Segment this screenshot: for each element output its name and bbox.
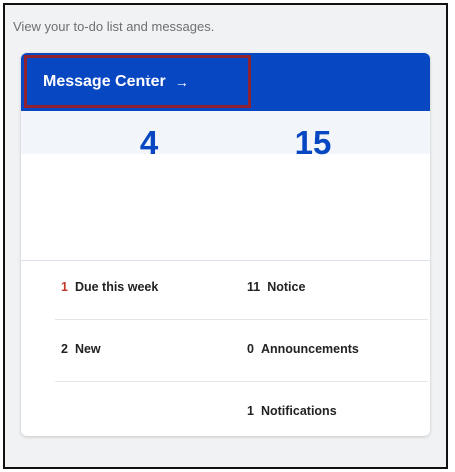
- message-center-link[interactable]: Message Center →: [24, 55, 251, 108]
- todo-item-new[interactable]: 2 New: [61, 342, 101, 356]
- todo-count[interactable]: 4: [89, 124, 209, 162]
- message-center-card: Message Center → To Do's Unread 4 15 1 Du…: [21, 53, 430, 436]
- row-divider: [55, 319, 428, 320]
- stats-values-area: [21, 154, 430, 260]
- new-label: New: [74, 342, 101, 356]
- widget-description: View your to-do list and messages.: [13, 19, 215, 34]
- notifications-label: Notifications: [260, 404, 337, 418]
- unread-stat-label[interactable]: Unread: [253, 67, 373, 81]
- unread-item-announcements[interactable]: 0 Announcements: [247, 342, 359, 356]
- todo-item-due-this-week[interactable]: 1 Due this week: [61, 280, 158, 294]
- new-count: 2: [61, 342, 68, 356]
- widget-frame: View your to-do list and messages. Messa…: [3, 3, 448, 469]
- unread-item-notifications[interactable]: 1 Notifications: [247, 404, 337, 418]
- notice-count: 11: [247, 280, 261, 294]
- card-header: Message Center →: [21, 53, 430, 111]
- announcements-count: 0: [247, 342, 254, 356]
- due-this-week-count: 1: [61, 280, 68, 294]
- row-divider: [55, 381, 428, 382]
- notifications-count: 1: [247, 404, 254, 418]
- announcements-label: Announcements: [260, 342, 359, 356]
- notice-label: Notice: [267, 280, 306, 294]
- unread-count[interactable]: 15: [253, 124, 373, 162]
- unread-item-notice[interactable]: 11 Notice: [247, 280, 305, 294]
- todo-stat-label[interactable]: To Do's: [89, 67, 209, 81]
- due-this-week-label: Due this week: [74, 280, 159, 294]
